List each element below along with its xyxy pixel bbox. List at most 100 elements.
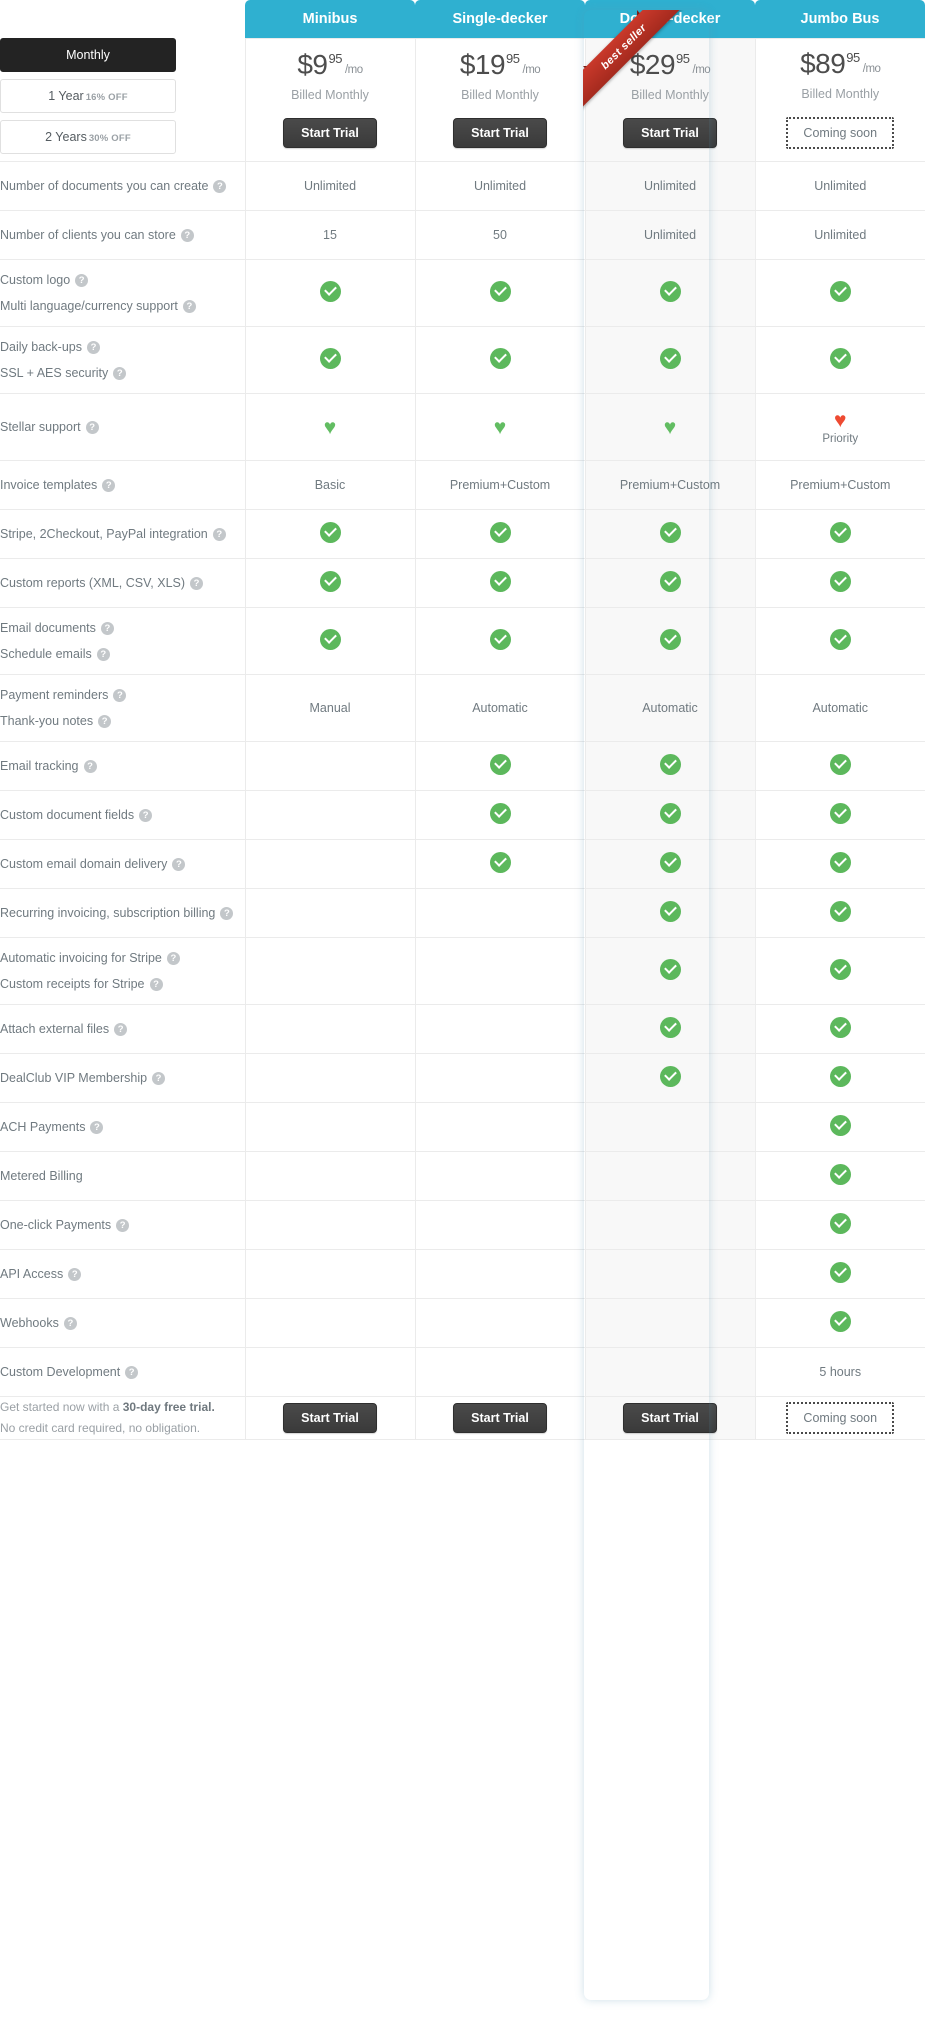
feature-label-text: Thank-you notes [0, 714, 94, 728]
help-icon[interactable]: ? [113, 689, 127, 702]
feature-value-cell [755, 1053, 925, 1103]
feature-label-text: Payment reminders [0, 688, 109, 702]
billing-option-monthly[interactable]: Monthly [0, 38, 176, 72]
feature-label-cell: Custom document fields? [0, 790, 246, 840]
feature-value-cell [415, 1298, 586, 1348]
feature-value-cell [415, 1151, 586, 1201]
footer-cta-2[interactable]: Start Trial [623, 1403, 717, 1433]
feature-value-cell [415, 1200, 586, 1250]
feature-label-cell: Custom logo? Multi language/currency supp… [0, 259, 246, 327]
help-icon[interactable]: ? [139, 809, 153, 822]
help-icon[interactable]: ? [85, 421, 99, 434]
help-icon[interactable]: ? [100, 622, 114, 635]
billing-option-1-year[interactable]: 1 Year 16% OFF [0, 79, 176, 113]
feature-value-cell: ♥ [585, 393, 756, 461]
check-circle-icon [829, 1017, 851, 1038]
feature-label: Daily back-ups? [0, 337, 245, 357]
check-circle-icon [829, 348, 851, 369]
plan-cta-0[interactable]: Start Trial [283, 118, 377, 149]
feature-value-text: Unlimited [473, 179, 527, 193]
help-icon[interactable]: ? [152, 1072, 166, 1085]
feature-value-cell [585, 1151, 756, 1201]
help-icon[interactable]: ? [113, 367, 127, 380]
feature-value-cell [585, 1053, 756, 1103]
check-circle-icon [659, 803, 681, 824]
check-circle-icon [489, 754, 511, 775]
plan-price-cents-1: 95 [506, 51, 520, 67]
feature-row: DealClub VIP Membership? [0, 1053, 925, 1103]
feature-label-text: Automatic invoicing for Stripe [0, 951, 162, 965]
feature-label-text: Email documents [0, 621, 96, 635]
check-circle-icon [659, 629, 681, 650]
help-icon[interactable]: ? [212, 528, 226, 541]
help-icon[interactable]: ? [114, 1023, 128, 1036]
feature-label-cell: Automatic invoicing for Stripe? Custom re… [0, 937, 246, 1005]
feature-value-cell [245, 1102, 416, 1152]
billing-toggle-group[interactable]: Monthly 1 Year 16% OFF 2 Years 30% OFF [0, 38, 176, 154]
help-icon[interactable]: ? [102, 479, 116, 492]
feature-label-cell: API Access? [0, 1249, 246, 1299]
plan-price-main-1: $19 [459, 49, 506, 81]
help-icon[interactable]: ? [96, 648, 110, 661]
feature-value-cell [585, 1347, 756, 1397]
feature-label: API Access? [0, 1264, 245, 1284]
feature-value-cell [585, 741, 756, 791]
footer-cta-1[interactable]: Start Trial [453, 1403, 547, 1433]
help-icon[interactable]: ? [166, 952, 180, 965]
help-icon[interactable]: ? [83, 760, 97, 773]
feature-value-cell: Automatic [755, 674, 925, 742]
feature-value-text: Unlimited [643, 228, 697, 242]
help-icon[interactable]: ? [63, 1317, 77, 1330]
feature-value-cell: Automatic [585, 674, 756, 742]
feature-value-cell [415, 1249, 586, 1299]
billing-toggle-spacer [0, 0, 245, 38]
feature-label-text: API Access [0, 1267, 64, 1281]
help-icon[interactable]: ? [172, 858, 186, 871]
help-icon[interactable]: ? [180, 229, 194, 242]
feature-label: Custom document fields? [0, 805, 245, 825]
footer-cta-cell-2: Start Trial [585, 1396, 756, 1440]
feature-label-cell: Number of clients you can store? [0, 210, 246, 260]
help-icon[interactable]: ? [75, 274, 89, 287]
feature-label: Webhooks? [0, 1313, 245, 1333]
feature-label: Stellar support? [0, 417, 245, 437]
plan-cta-1[interactable]: Start Trial [453, 118, 547, 149]
feature-label-cell: Metered Billing [0, 1151, 246, 1201]
plan-billed-note-3: Billed Monthly [801, 87, 880, 102]
feature-label: Custom email domain delivery? [0, 854, 245, 874]
help-icon[interactable]: ? [220, 907, 234, 920]
feature-value-cell [755, 888, 925, 938]
help-icon[interactable]: ? [68, 1268, 82, 1281]
plan-price-cents-0: 95 [328, 51, 343, 67]
feature-row: Custom document fields? [0, 790, 925, 840]
feature-value-cell [245, 1347, 416, 1397]
check-circle-icon [659, 571, 681, 592]
check-circle-icon [829, 901, 851, 922]
check-circle-icon [659, 281, 681, 302]
feature-label-cell: Custom Development? [0, 1347, 246, 1397]
help-icon[interactable]: ? [125, 1366, 139, 1379]
feature-label-text: Custom Development [0, 1365, 121, 1379]
plan-cta-2[interactable]: Start Trial [623, 118, 717, 149]
feature-value-cell [245, 607, 416, 675]
help-icon[interactable]: ? [149, 978, 163, 991]
help-icon[interactable]: ? [86, 341, 100, 354]
billing-option-2-years[interactable]: 2 Years 30% OFF [0, 120, 176, 154]
feature-value-cell: Unlimited [755, 161, 925, 211]
help-icon[interactable]: ? [116, 1219, 130, 1232]
help-icon[interactable]: ? [98, 715, 112, 728]
billing-option-2-years-discount: 30% OFF [88, 133, 131, 144]
help-icon[interactable]: ? [90, 1121, 104, 1134]
help-icon[interactable]: ? [213, 180, 227, 193]
feature-row: Automatic invoicing for Stripe? Custom re… [0, 937, 925, 1005]
footer-cta-cell-1: Start Trial [415, 1396, 586, 1440]
feature-value-cell [755, 1249, 925, 1299]
feature-label: Email documents? [0, 618, 245, 638]
help-icon[interactable]: ? [190, 577, 204, 590]
footer-cta-0[interactable]: Start Trial [283, 1403, 377, 1433]
feature-label: Multi language/currency support? [0, 296, 245, 316]
help-icon[interactable]: ? [182, 300, 196, 313]
feature-value-cell: Manual [245, 674, 416, 742]
billing-option-1-year-discount: 16% OFF [85, 92, 128, 103]
feature-value-cell [585, 607, 756, 675]
